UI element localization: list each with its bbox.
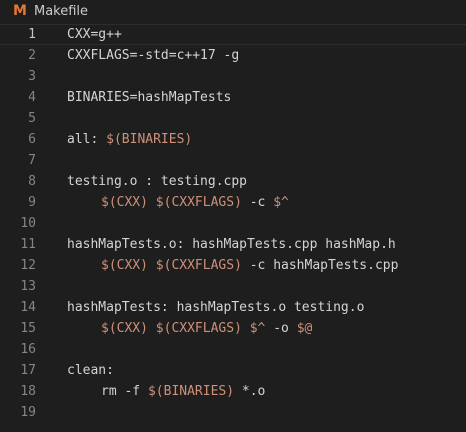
variable-reference: $(CXX) (101, 195, 148, 210)
code-text: clean: (67, 363, 114, 378)
variable-reference: $(CXXFLAGS) (155, 321, 242, 336)
variable-reference: $(CXX) (101, 321, 148, 336)
line-number: 2 (28, 48, 36, 63)
line-code: hashMapTests: hashMapTests.o testing.o (67, 297, 364, 318)
code-editor[interactable]: M Makefile 1 CXX=g++ 2 CXXFLAGS=-std=c++17 … (0, 0, 466, 432)
code-text: -o (265, 321, 297, 336)
line-number: 17 (20, 363, 36, 378)
variable-reference: $^ (249, 321, 266, 336)
variable-reference: $(BINARIES) (147, 384, 235, 399)
line-number: 9 (28, 195, 36, 210)
code-line[interactable]: 12 $(CXX) $(CXXFLAGS) -c hashMapTests.cpp (0, 255, 466, 276)
code-line[interactable]: 7 (0, 150, 466, 171)
code-line[interactable]: 1 CXX=g++ (0, 24, 466, 45)
code-text: rm -f (101, 384, 148, 399)
line-number: 5 (28, 111, 36, 126)
code-line[interactable]: 13 (0, 276, 466, 297)
code-text: CXXFLAGS=-std=c++17 -g (67, 48, 240, 63)
line-number: 11 (20, 237, 36, 252)
variable-reference: $(CXXFLAGS) (155, 258, 242, 273)
code-line[interactable]: 8 testing.o : testing.cpp (0, 171, 466, 192)
line-number: 1 (28, 27, 36, 42)
code-line[interactable]: 14 hashMapTests: hashMapTests.o testing.o (0, 297, 466, 318)
variable-reference: $(CXXFLAGS) (155, 195, 242, 210)
line-code: rm -f $(BINARIES) *.o (67, 381, 265, 402)
line-number: 3 (28, 69, 36, 84)
code-line[interactable]: 19 (0, 402, 466, 423)
line-number: 10 (20, 216, 36, 231)
line-code: $(CXX) $(CXXFLAGS) $^ -o $@ (67, 318, 312, 339)
line-number: 14 (20, 300, 36, 315)
code-text: hashMapTests.o: hashMapTests.cpp hashMap… (67, 237, 396, 252)
line-number: 19 (20, 405, 36, 420)
variable-reference: $(CXX) (101, 258, 148, 273)
line-code: all: $(BINARIES) (67, 129, 192, 150)
line-code: $(CXX) $(CXXFLAGS) -c hashMapTests.cpp (67, 255, 398, 276)
code-line[interactable]: 9 $(CXX) $(CXXFLAGS) -c $^ (0, 192, 466, 213)
line-number: 18 (20, 384, 36, 399)
code-line[interactable]: 3 (0, 66, 466, 87)
line-number: 16 (20, 342, 36, 357)
line-number: 7 (28, 153, 36, 168)
line-code: testing.o : testing.cpp (67, 171, 247, 192)
line-code: hashMapTests.o: hashMapTests.cpp hashMap… (67, 234, 396, 255)
code-lines[interactable]: 1 CXX=g++ 2 CXXFLAGS=-std=c++17 -g 3 4 BINARIE… (0, 24, 466, 423)
code-line[interactable]: 2 CXXFLAGS=-std=c++17 -g (0, 45, 466, 66)
code-line[interactable]: 11 hashMapTests.o: hashMapTests.cpp hashM… (0, 234, 466, 255)
line-number: 4 (28, 90, 36, 105)
code-text: CXX=g++ (67, 27, 122, 42)
code-line[interactable]: 6 all: $(BINARIES) (0, 129, 466, 150)
line-code: BINARIES=hashMapTests (67, 87, 231, 108)
breadcrumb: M Makefile (0, 0, 466, 22)
breadcrumb-filename[interactable]: Makefile (34, 4, 88, 19)
variable-reference: $^ (273, 195, 289, 210)
makefile-icon: M (13, 3, 27, 19)
code-line[interactable]: 10 (0, 213, 466, 234)
code-line[interactable]: 15 $(CXX) $(CXXFLAGS) $^ -o $@ (0, 318, 466, 339)
variable-reference: $(BINARIES) (106, 132, 193, 147)
line-code: CXX=g++ (67, 24, 122, 45)
code-text: all: (67, 132, 107, 147)
code-line[interactable]: 18 rm -f $(BINARIES) *.o (0, 381, 466, 402)
code-line[interactable]: 4 BINARIES=hashMapTests (0, 87, 466, 108)
line-code: CXXFLAGS=-std=c++17 -g (67, 45, 239, 66)
line-number: 8 (28, 174, 36, 189)
code-line[interactable]: 17 clean: (0, 360, 466, 381)
line-number: 6 (28, 132, 36, 147)
code-text: -c hashMapTests.cpp (241, 258, 399, 273)
code-line[interactable]: 16 (0, 339, 466, 360)
code-text: hashMapTests: hashMapTests.o testing.o (67, 300, 365, 315)
line-number: 12 (20, 258, 36, 273)
line-code: clean: (67, 360, 114, 381)
code-text: -c (241, 195, 274, 210)
variable-reference: $@ (296, 321, 313, 336)
line-code: $(CXX) $(CXXFLAGS) -c $^ (67, 192, 289, 213)
line-number: 15 (20, 321, 36, 336)
code-text: BINARIES=hashMapTests (67, 90, 232, 105)
code-text: testing.o : testing.cpp (67, 174, 248, 189)
line-number: 13 (20, 279, 36, 294)
code-text: *.o (234, 384, 266, 399)
code-line[interactable]: 5 (0, 108, 466, 129)
